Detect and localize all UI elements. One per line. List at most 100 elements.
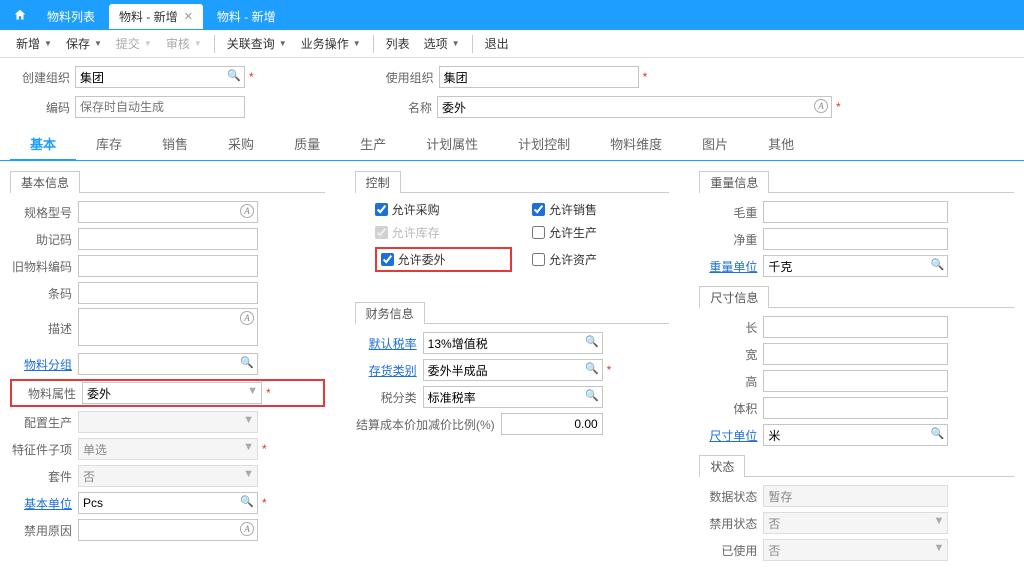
required-mark: * xyxy=(643,70,648,84)
chevron-down-icon: ▼ xyxy=(94,39,102,48)
stockcat-input[interactable] xyxy=(423,359,603,381)
section-status-title: 状态 xyxy=(699,455,745,477)
cb-allow-stock-input xyxy=(375,226,388,239)
tb-new[interactable]: 新增▼ xyxy=(10,32,58,55)
cb-allow-outsrc-input[interactable] xyxy=(381,253,394,266)
used-label: 已使用 xyxy=(699,542,757,559)
subtab-image[interactable]: 图片 xyxy=(682,128,748,160)
base-unit-label[interactable]: 基本单位 xyxy=(10,495,72,512)
height-input[interactable] xyxy=(763,370,948,392)
create-org-input[interactable] xyxy=(75,66,245,88)
data-status-input xyxy=(763,485,948,507)
taxrate-label[interactable]: 默认税率 xyxy=(355,335,417,352)
close-icon[interactable]: ✕ xyxy=(184,10,193,23)
use-org-input-wrap xyxy=(439,66,639,88)
disable-reason-input[interactable] xyxy=(78,519,258,541)
costratio-label: 结算成本价加减价比例(%) xyxy=(355,416,495,433)
home-icon xyxy=(13,8,27,22)
tb-relquery[interactable]: 关联查询▼ xyxy=(221,32,293,55)
cb-allow-asset[interactable]: 允许资产 xyxy=(532,247,669,272)
column-basic-info: 基本信息 规格型号A 助记码 旧物料编码 条码 描述A 物料分组🔍 物料属性 ▼… xyxy=(10,171,325,570)
kit-label: 套件 xyxy=(10,468,72,485)
chevron-down-icon: ▼ xyxy=(194,39,202,48)
header-row-1: 创建组织 🔍 * 使用组织 * xyxy=(0,58,1024,96)
oldcode-label: 旧物料编码 xyxy=(10,258,72,275)
tb-list[interactable]: 列表 xyxy=(380,32,416,55)
cb-allow-outsrc[interactable]: 允许委外 xyxy=(381,251,506,268)
tb-audit: 审核▼ xyxy=(160,32,208,55)
used-input xyxy=(763,539,948,561)
required-mark: * xyxy=(249,70,254,84)
section-size-title: 尺寸信息 xyxy=(699,286,769,308)
subtab-production[interactable]: 生产 xyxy=(340,128,406,160)
subtab-purchase[interactable]: 采购 xyxy=(208,128,274,160)
tab-material-add-other[interactable]: 物料 - 新增 xyxy=(207,4,286,29)
cb-allow-sale-input[interactable] xyxy=(532,203,545,216)
net-input[interactable] xyxy=(763,228,948,250)
subtab-sale[interactable]: 销售 xyxy=(142,128,208,160)
stockcat-label[interactable]: 存货类别 xyxy=(355,362,417,379)
cb-allow-purchase-input[interactable] xyxy=(375,203,388,216)
tab-material-add-active[interactable]: 物料 - 新增 ✕ xyxy=(109,4,203,29)
tb-save[interactable]: 保存▼ xyxy=(60,32,108,55)
cb-allow-sale[interactable]: 允许销售 xyxy=(532,201,669,218)
volume-label: 体积 xyxy=(699,400,757,417)
cb-allow-purchase[interactable]: 允许采购 xyxy=(375,201,512,218)
cb-allow-prod[interactable]: 允许生产 xyxy=(532,224,669,241)
gross-input[interactable] xyxy=(763,201,948,223)
barcode-input[interactable] xyxy=(78,282,258,304)
subtab-basic[interactable]: 基本 xyxy=(10,128,76,161)
home-tab[interactable] xyxy=(5,3,35,27)
size-unit-input[interactable] xyxy=(763,424,948,446)
name-input[interactable] xyxy=(437,96,832,118)
use-org-input[interactable] xyxy=(439,66,639,88)
required-mark: * xyxy=(262,442,267,456)
section-basic-info-title: 基本信息 xyxy=(10,171,80,193)
taxrate-input[interactable] xyxy=(423,332,603,354)
tab-material-list[interactable]: 物料列表 xyxy=(37,4,105,29)
material-group-input[interactable] xyxy=(78,353,258,375)
taxclass-label: 税分类 xyxy=(355,389,417,406)
tab-label: 物料 - 新增 xyxy=(119,8,178,25)
mnemonic-input[interactable] xyxy=(78,228,258,250)
forbid-status-label: 禁用状态 xyxy=(699,515,757,532)
subtab-plan-attr[interactable]: 计划属性 xyxy=(406,128,498,160)
size-unit-label[interactable]: 尺寸单位 xyxy=(699,427,757,444)
data-status-label: 数据状态 xyxy=(699,488,757,505)
cb-allow-asset-input[interactable] xyxy=(532,253,545,266)
chevron-down-icon: ▼ xyxy=(279,39,287,48)
weight-unit-label[interactable]: 重量单位 xyxy=(699,258,757,275)
material-group-label[interactable]: 物料分组 xyxy=(10,356,72,373)
gross-label: 毛重 xyxy=(699,204,757,221)
volume-input[interactable] xyxy=(763,397,948,419)
material-attr-select[interactable] xyxy=(82,382,262,404)
kit-select xyxy=(78,465,258,487)
width-input[interactable] xyxy=(763,343,948,365)
tb-options[interactable]: 选项▼ xyxy=(418,32,466,55)
subtab-dimension[interactable]: 物料维度 xyxy=(590,128,682,160)
length-label: 长 xyxy=(699,319,757,336)
base-unit-input[interactable] xyxy=(78,492,258,514)
desc-input[interactable] xyxy=(78,308,258,346)
tb-exit[interactable]: 退出 xyxy=(479,32,515,55)
costratio-input[interactable] xyxy=(501,413,603,435)
taxclass-input[interactable] xyxy=(423,386,603,408)
subtab-quality[interactable]: 质量 xyxy=(274,128,340,160)
weight-unit-input[interactable] xyxy=(763,255,948,277)
subtab-other[interactable]: 其他 xyxy=(748,128,814,160)
section-control-title: 控制 xyxy=(355,171,401,193)
spec-input[interactable] xyxy=(78,201,258,223)
create-org-input-wrap: 🔍 xyxy=(75,66,245,88)
length-input[interactable] xyxy=(763,316,948,338)
width-label: 宽 xyxy=(699,346,757,363)
net-label: 净重 xyxy=(699,231,757,248)
cb-allow-outsrc-highlight: 允许委外 xyxy=(375,247,512,272)
tb-bizop[interactable]: 业务操作▼ xyxy=(295,32,367,55)
chevron-down-icon: ▼ xyxy=(452,39,460,48)
subtab-stock[interactable]: 库存 xyxy=(76,128,142,160)
separator xyxy=(472,35,473,53)
subtab-plan-ctrl[interactable]: 计划控制 xyxy=(498,128,590,160)
cb-allow-prod-input[interactable] xyxy=(532,226,545,239)
oldcode-input[interactable] xyxy=(78,255,258,277)
code-input[interactable] xyxy=(75,96,245,118)
